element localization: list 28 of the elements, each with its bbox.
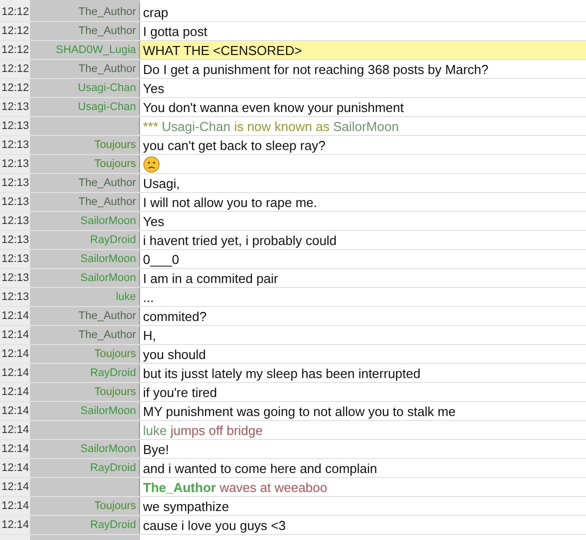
message-text: MY punishment was going to not allow you to stalk me — [143, 404, 456, 418]
message-text: Yes — [143, 214, 164, 228]
message-text: i havent tried yet, i probably could — [143, 232, 337, 248]
message-text: commited? — [143, 308, 207, 324]
message-text: and i wanted to come here and complain — [143, 460, 378, 476]
message-text: we sympathize — [143, 498, 229, 514]
message-text: Do I get a punishment for not reaching 368 posts by March? — [143, 62, 488, 76]
message-text: I am in a commited pair — [143, 270, 278, 286]
message-text: H, — [143, 328, 156, 342]
message-text: ... — [143, 290, 154, 304]
message-text: but its jusst lately my sleep has been interrupted — [143, 366, 420, 380]
action-notice: *** Usagi-Chan is now known as SailorMoon — [143, 118, 399, 134]
message-text: You don't wanna even know your punishment — [143, 100, 404, 114]
message-text: I gotta post — [143, 24, 208, 38]
action-notice: luke jumps off bridge — [143, 422, 263, 438]
message-text: WHAT THE <CENSORED> — [143, 42, 302, 58]
message-text: I will not allow you to rape me. — [143, 194, 318, 210]
message-text: Usagi, — [143, 176, 180, 190]
message-text: 0___0 — [143, 252, 180, 266]
message-text: Yes — [143, 80, 164, 96]
message-text: if you're tired — [143, 384, 218, 400]
message-text: you can't get back to sleep ray? — [143, 138, 326, 152]
sad-face-icon — [143, 156, 160, 172]
message-text: crap — [143, 4, 168, 20]
action-notice: The_Author waves at weeaboo — [143, 480, 328, 494]
message-text: cause i love you guys <3 — [143, 518, 286, 532]
message-text: you should — [143, 346, 206, 362]
message-text: Bye! — [143, 442, 170, 456]
